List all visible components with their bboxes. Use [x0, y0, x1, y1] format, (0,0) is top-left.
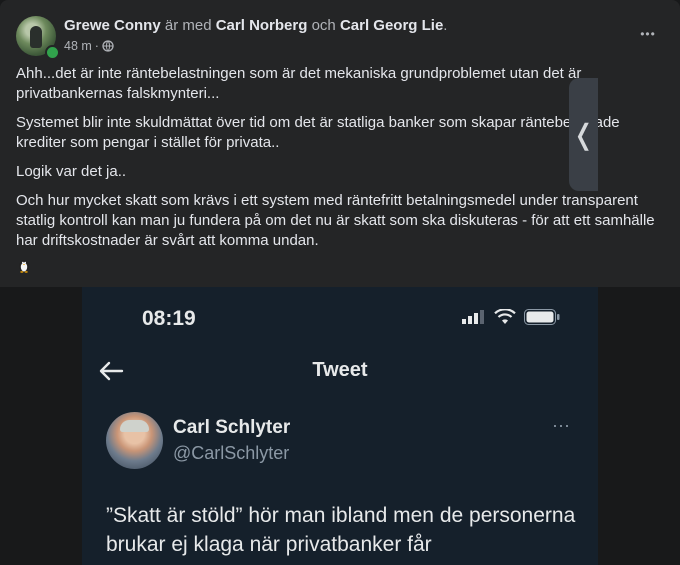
tweet-author-avatar	[106, 412, 163, 469]
and-text: och	[311, 17, 336, 34]
battery-icon	[524, 309, 560, 325]
tagged-person-1-link[interactable]: Carl Norberg	[216, 17, 308, 34]
post-paragraph-2: Systemet blir inte skuldmättat över tid …	[16, 114, 620, 151]
online-status-dot	[45, 45, 60, 60]
signal-icon	[462, 310, 484, 324]
post-header: Grewe Conny är med Carl Norberg och Carl…	[16, 16, 664, 60]
author-name-link[interactable]: Grewe Conny	[64, 17, 161, 34]
tweet-author-name: Carl Schlyter	[173, 417, 291, 438]
header-period: .	[443, 17, 448, 34]
globe-icon[interactable]	[102, 40, 114, 52]
post-text: Ahh...det är inte räntebelastningen som …	[16, 64, 656, 260]
tweet-screenshot-image: 08:19 Tweet Carl Schlyter @CarlSchlyter …	[82, 287, 598, 565]
tweet-page-title: Tweet	[312, 359, 368, 381]
meta-separator: ·	[94, 39, 99, 53]
post-header-line: Grewe Conny är med Carl Norberg och Carl…	[64, 17, 447, 35]
post-meta: 48 m ·	[64, 38, 114, 54]
post-media[interactable]: 08:19 Tweet Carl Schlyter @CarlSchlyter …	[0, 287, 680, 565]
tagged-person-2-link[interactable]: Carl Georg Lie	[340, 17, 443, 34]
tweet-author-handle: @CarlSchlyter	[173, 443, 290, 463]
post-time-link[interactable]: 48 m	[64, 38, 92, 54]
chevron-left-icon: ❬	[571, 119, 596, 150]
post-paragraph-1: Ahh...det är inte räntebelastningen som …	[16, 65, 582, 102]
penguin-icon	[19, 260, 29, 273]
tweet-more-icon: ···	[552, 415, 570, 435]
avatar-figure	[30, 26, 42, 48]
tweet-body-text: ”Skatt är stöld” hör man ibland men de p…	[106, 504, 576, 556]
post-more-button[interactable]: •••	[632, 18, 664, 50]
side-panel-handle[interactable]: ❬	[569, 78, 598, 191]
more-dots-icon: •••	[640, 27, 656, 41]
post-card: Grewe Conny är med Carl Norberg och Carl…	[0, 0, 680, 565]
avatar-hair	[120, 420, 149, 432]
post-paragraph-4: Och hur mycket skatt som krävs i ett sys…	[16, 192, 655, 249]
wifi-icon	[494, 309, 516, 324]
phone-status-icons	[462, 309, 560, 325]
post-paragraph-3: Logik var det ja..	[16, 163, 127, 180]
with-text: är med	[164, 17, 212, 34]
phone-status-time: 08:19	[142, 307, 196, 330]
